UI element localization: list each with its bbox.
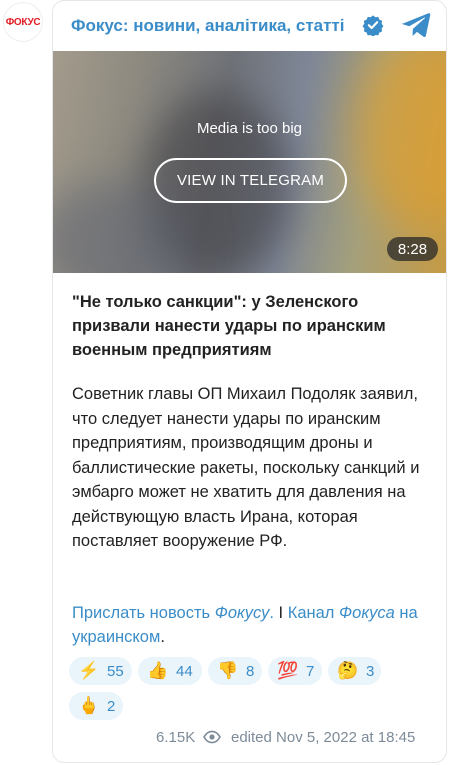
telegram-icon[interactable] [401, 12, 431, 38]
media-too-big-message: Media is too big [196, 120, 303, 137]
eye-icon [203, 730, 221, 744]
edited-timestamp: edited Nov 5, 2022 at 18:45 [231, 729, 416, 746]
reaction-count: 55 [107, 662, 124, 680]
reaction-middle-finger[interactable]: 🖕 2 [69, 692, 123, 720]
thumbs-down-icon: 👎 [217, 661, 239, 680]
reaction-count: 44 [176, 662, 193, 680]
channel-title[interactable]: Фокус: новини, аналітика, статті [71, 16, 345, 36]
thumbs-up-icon: 👍 [147, 661, 169, 680]
hundred-icon: 💯 [277, 661, 299, 680]
reaction-thinking[interactable]: 🤔 3 [328, 657, 381, 685]
reaction-lightning[interactable]: ⚡ 55 [69, 657, 132, 685]
middle-finger-icon: 🖕 [78, 696, 100, 715]
channel-avatar[interactable]: ФОКУС [3, 2, 43, 42]
message-card: Фокус: новини, аналітика, статті Media i… [52, 0, 447, 763]
post-links: Прислать новость Фокусу. I Канал Фокуса … [72, 601, 437, 649]
reaction-count: 3 [366, 662, 375, 680]
lightning-icon: ⚡ [78, 661, 100, 680]
link-separator: I [273, 604, 288, 622]
view-in-telegram-button[interactable]: VIEW IN TELEGRAM [154, 158, 347, 203]
video-preview[interactable]: Media is too big VIEW IN TELEGRAM 8:28 [53, 51, 446, 273]
trailing-period: . [160, 628, 165, 646]
thinking-face-icon: 🤔 [337, 661, 359, 680]
send-news-link[interactable]: Прислать новость Фокусу. [72, 604, 274, 622]
reaction-count: 2 [107, 697, 116, 715]
reaction-count: 8 [246, 662, 255, 680]
verified-icon [362, 15, 384, 36]
reaction-hundred[interactable]: 💯 7 [268, 657, 322, 685]
post-headline: "Не только санкции": у Зеленского призва… [72, 293, 386, 359]
video-duration-badge: 8:28 [387, 237, 438, 261]
reaction-count: 7 [306, 662, 315, 680]
post-body: Советник главы ОП Михаил Подоляк заявил,… [72, 385, 420, 550]
view-count: 6.15K [156, 729, 196, 746]
reaction-thumbs-up[interactable]: 👍 44 [138, 657, 202, 685]
message-header: Фокус: новини, аналітика, статті [53, 1, 446, 51]
reaction-thumbs-down[interactable]: 👎 8 [208, 657, 262, 685]
